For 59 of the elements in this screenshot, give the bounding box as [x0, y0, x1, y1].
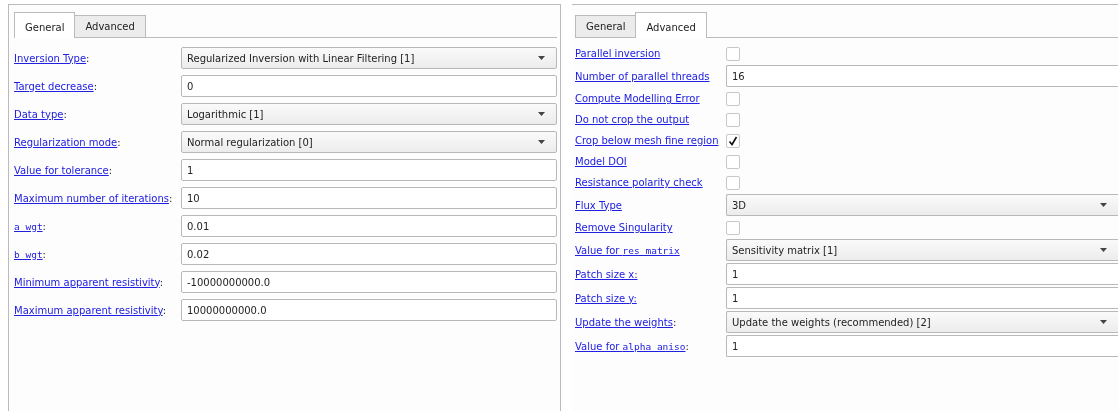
field-label: Remove Singularity [575, 222, 674, 233]
checkbox[interactable] [726, 91, 740, 106]
checkbox[interactable] [726, 112, 740, 127]
checkbox[interactable] [726, 220, 740, 235]
field-label: Inversion Type: [14, 52, 91, 64]
checkbox[interactable] [726, 175, 740, 190]
field-label: Crop below mesh fine region [575, 135, 720, 146]
input-field[interactable]: 1 [726, 335, 1118, 357]
field-label: Do not crop the output [575, 114, 691, 125]
tab[interactable]: General [14, 12, 76, 38]
tab[interactable]: Advanced [635, 12, 707, 38]
input-field[interactable]: 1 [726, 287, 1118, 309]
field-label: Resistance polarity check [575, 177, 704, 188]
input-field[interactable]: -10000000000.0 [181, 271, 557, 293]
field-label: Flux Type [575, 199, 623, 211]
field-label: Target decrease: [14, 80, 99, 92]
input-field[interactable]: 10000000000.0 [181, 299, 557, 321]
tab[interactable]: General [575, 15, 637, 37]
field-label: Patch size x: [575, 268, 639, 280]
tab[interactable]: Advanced [74, 15, 146, 37]
field-label: Maximum apparent resistivity: [14, 304, 167, 316]
field-label: Patch size y: [575, 292, 638, 304]
field-label: Value for tolerance: [14, 164, 114, 176]
dropdown[interactable]: Update the weights (recommended) [2] [726, 311, 1118, 333]
checkbox[interactable] [726, 154, 740, 169]
dropdown[interactable]: Logarithmic [1] [181, 103, 557, 125]
dropdown[interactable]: Regularized Inversion with Linear Filtering [1] [181, 47, 557, 69]
field-label: Regularization mode: [14, 136, 122, 148]
field-label: Compute Modelling Error [575, 93, 701, 104]
field-label: Model DOI [575, 156, 628, 167]
check-icon [728, 135, 738, 146]
caret-icon [1100, 248, 1107, 252]
input-field[interactable]: 0.01 [181, 215, 557, 237]
field-label: Maximum number of iterations: [14, 192, 174, 204]
caret-icon [538, 112, 545, 116]
field-label: Number of parallel threads [575, 70, 711, 82]
field-label: Minimum apparent resistivity: [14, 276, 165, 288]
input-field[interactable]: 1 [726, 263, 1118, 285]
input-field[interactable]: 0.02 [181, 243, 557, 265]
dropdown[interactable]: Sensitivity matrix [1] [726, 239, 1118, 261]
caret-icon [1100, 320, 1107, 324]
caret-icon [538, 140, 545, 144]
dropdown[interactable]: 3D [726, 194, 1118, 216]
input-field[interactable]: 1 [181, 159, 557, 181]
input-field[interactable]: 0 [181, 75, 557, 97]
dropdown[interactable]: Normal regularization [0] [181, 131, 557, 153]
field-label: Value for alpha_aniso: [575, 340, 690, 352]
checkbox[interactable] [726, 46, 740, 61]
input-field[interactable]: 10 [181, 187, 557, 209]
caret-icon [538, 56, 545, 60]
field-label: Update the weights: [575, 316, 678, 328]
field-label: a_wgt: [14, 220, 47, 232]
field-label: Value for res_matrix [575, 244, 681, 256]
checkbox[interactable] [726, 133, 740, 148]
caret-icon [1100, 203, 1107, 207]
field-label: Data type: [14, 108, 68, 120]
input-field[interactable]: 16 [726, 65, 1118, 87]
field-label: Parallel inversion [575, 48, 662, 59]
field-label: b_wgt: [14, 248, 47, 260]
